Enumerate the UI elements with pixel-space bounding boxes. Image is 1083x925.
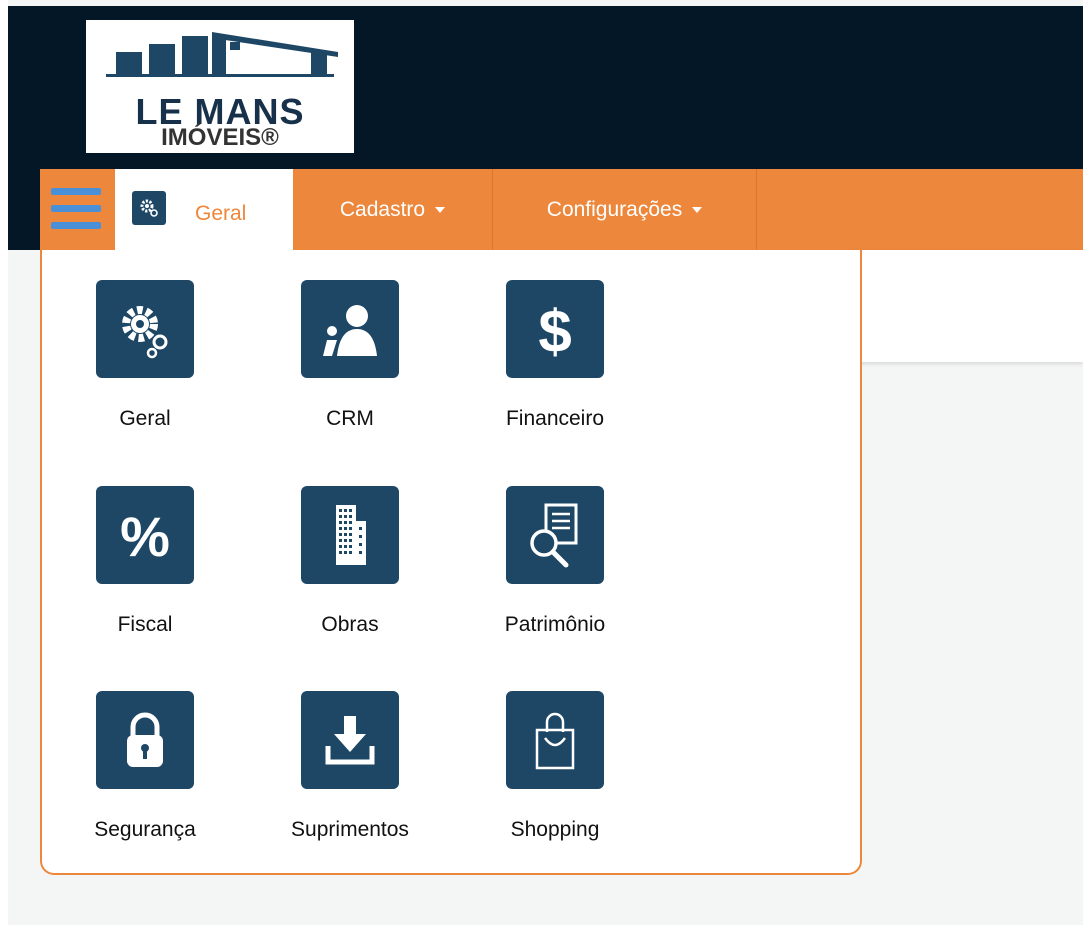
modules-dropdown: Geral CRM $ Financeiro % Fiscal Obras Pa… <box>40 250 862 875</box>
logo-subtitle: IMÓVEIS® <box>161 124 279 151</box>
download-icon <box>301 691 399 789</box>
dollar-icon: $ <box>506 280 604 378</box>
module-geral[interactable]: Geral <box>65 280 225 460</box>
module-fiscal-label: Fiscal <box>117 613 173 636</box>
module-shopping-label: Shopping <box>510 818 600 841</box>
svg-text:$: $ <box>538 298 571 364</box>
module-seguranca[interactable]: Segurança <box>65 691 225 871</box>
module-suprimentos[interactable]: Suprimentos <box>270 691 430 871</box>
module-seguranca-label: Segurança <box>94 818 196 841</box>
content-panel <box>850 250 1083 362</box>
shopping-bag-icon <box>506 691 604 789</box>
module-geral-label: Geral <box>119 407 171 430</box>
module-financeiro[interactable]: $ Financeiro <box>475 280 635 460</box>
svg-text:%: % <box>120 505 170 566</box>
module-patrimonio-label: Patrimônio <box>504 613 606 636</box>
module-patrimonio[interactable]: Patrimônio <box>475 486 635 666</box>
tab-configuracoes-label: Configurações <box>546 197 683 221</box>
gears-icon <box>96 280 194 378</box>
left-edge <box>0 0 8 925</box>
house-logo-graphic <box>106 32 338 77</box>
module-fiscal[interactable]: % Fiscal <box>65 486 225 666</box>
tab-geral-label: Geral <box>195 202 247 225</box>
module-crm[interactable]: CRM <box>270 280 430 460</box>
module-obras-label: Obras <box>321 613 379 636</box>
module-crm-label: CRM <box>326 407 374 430</box>
people-icon <box>301 280 399 378</box>
module-suprimentos-label: Suprimentos <box>291 818 409 841</box>
module-obras[interactable]: Obras <box>270 486 430 666</box>
tab-cadastro-label: Cadastro <box>339 197 426 221</box>
building-icon <box>301 486 399 584</box>
tab-geral[interactable]: Geral <box>115 169 293 250</box>
lock-icon <box>96 691 194 789</box>
caret-down-icon <box>435 206 446 213</box>
module-shopping[interactable]: Shopping <box>475 691 635 871</box>
percent-icon: % <box>96 486 194 584</box>
module-financeiro-label: Financeiro <box>505 407 605 430</box>
company-logo[interactable]: LE MANS IMÓVEIS® <box>86 20 354 153</box>
tab-configuracoes[interactable]: Configurações <box>493 169 757 250</box>
hamburger-menu-icon[interactable] <box>51 186 101 231</box>
gears-icon <box>132 191 166 225</box>
tab-cadastro[interactable]: Cadastro <box>293 169 493 250</box>
caret-down-icon <box>692 206 703 213</box>
document-search-icon <box>506 486 604 584</box>
